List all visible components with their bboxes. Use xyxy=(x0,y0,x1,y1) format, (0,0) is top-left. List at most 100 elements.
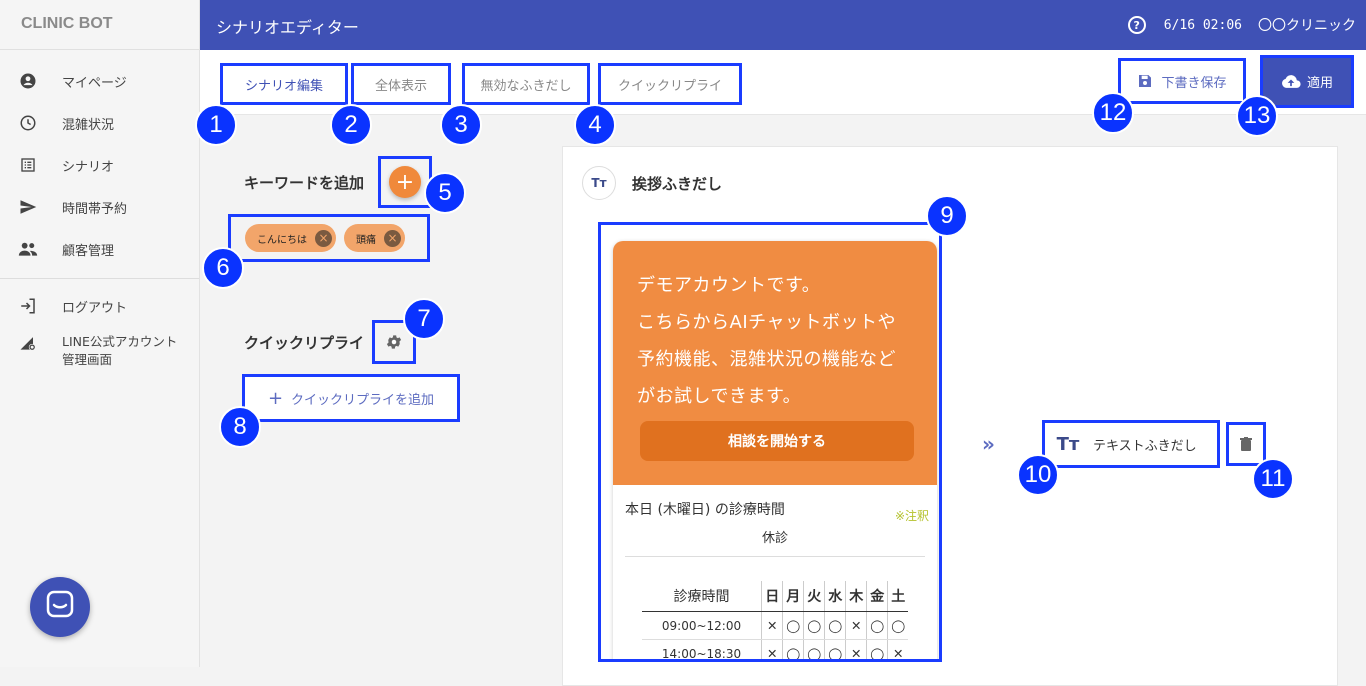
sidebar-item-customers[interactable]: 顧客管理 xyxy=(0,228,199,270)
schedule-header-cell: 日 xyxy=(761,581,783,612)
greeting-bubble-header: Tт 挨拶ふきだし xyxy=(582,166,722,200)
card-message-line: こちらからAIチャットボットや xyxy=(637,312,896,333)
trash-icon xyxy=(1240,437,1252,451)
apply-label: 適用 xyxy=(1306,76,1333,91)
annotation-badge: 5 xyxy=(424,172,466,214)
chat-launcher-button[interactable] xyxy=(30,577,90,637)
keyword-section-title: キーワードを追加 xyxy=(244,174,365,192)
annotation-badge: 7 xyxy=(403,298,445,340)
sidebar-item-timeslot[interactable]: 時間帯予約 xyxy=(0,186,199,228)
add-quick-reply-button[interactable]: + クイックリプライを追加 xyxy=(242,374,460,422)
schedule-header-cell: 水 xyxy=(824,581,846,612)
greeting-card-preview[interactable]: デモアカウントです。 こちらからAIチャットボットや 予約機能、混雑状況の機能な… xyxy=(598,222,942,662)
top-app-bar: シナリオエディター ? 6/16 02:06 〇〇クリニック xyxy=(200,0,1366,50)
schedule-cell: ◯ xyxy=(782,639,804,659)
card-body: 本日 (木曜日) の診療時間 ※注釈 休診 診療時間 日 月 火 水 木 金 土… xyxy=(613,485,937,659)
tab-scenario-edit[interactable]: シナリオ編集 xyxy=(220,63,348,105)
help-icon[interactable]: ? xyxy=(1127,16,1146,34)
schedule-cell: ◯ xyxy=(866,611,888,640)
sidebar-item-logout[interactable]: ログアウト xyxy=(0,285,199,327)
keyword-chip[interactable]: こんにちは × xyxy=(245,224,336,252)
plus-icon: + xyxy=(389,166,421,198)
annotation-badge: 4 xyxy=(574,104,616,146)
schedule-header-cell: 土 xyxy=(887,581,909,612)
keyword-chip-label: 頭痛 xyxy=(356,234,376,246)
schedule-cell: ✕ xyxy=(761,639,783,659)
schedule-cell: 09:00~12:00 xyxy=(641,611,762,640)
greeting-bubble-title: 挨拶ふきだし xyxy=(632,174,723,193)
page-title: シナリオエディター xyxy=(216,18,359,37)
clock-icon xyxy=(18,113,38,133)
sidebar-item-label: ログアウト xyxy=(62,300,128,316)
sidebar-item-label: 混雑状況 xyxy=(62,117,115,133)
flex-message-card: デモアカウントです。 こちらからAIチャットボットや 予約機能、混雑状況の機能な… xyxy=(613,241,937,659)
sidebar-item-line-admin[interactable]: LINE公式アカウント 管理画面 xyxy=(0,327,199,377)
save-draft-label: 下書き保存 xyxy=(1161,75,1227,91)
add-keyword-button[interactable]: + xyxy=(378,156,432,208)
chat-icon xyxy=(46,590,74,624)
today-status: 休診 xyxy=(625,527,925,557)
sidebar-item-label: シナリオ xyxy=(62,159,115,175)
delete-bubble-button[interactable] xyxy=(1226,422,1266,466)
account-circle-icon xyxy=(18,71,38,91)
editor-tab-bar: シナリオ編集 全体表示 無効なふきだし クイックリプライ 下書き保存 適用 xyxy=(200,50,1366,115)
text-type-icon: Tт xyxy=(582,166,616,200)
annotation-badge: 11 xyxy=(1252,458,1294,500)
card-message-line: デモアカウントです。 xyxy=(637,275,821,296)
schedule-header-cell: 木 xyxy=(845,581,867,612)
sidebar-item-label: 顧客管理 xyxy=(62,243,115,259)
sidebar-item-mypage[interactable]: マイページ xyxy=(0,60,199,102)
sidebar-nav: マイページ 混雑状況 シナリオ 時間帯予約 顧客管理 ログアウト LINE公式ア… xyxy=(0,50,199,377)
tab-quick-reply[interactable]: クイックリプライ xyxy=(598,63,742,105)
schedule-cell: ✕ xyxy=(845,639,867,659)
schedule-cell: ◯ xyxy=(887,611,909,640)
topbar-right: ? 6/16 02:06 〇〇クリニック xyxy=(1127,15,1356,35)
annotation-badge: 12 xyxy=(1092,92,1134,134)
card-message-line: がお試しできます。 xyxy=(637,386,802,407)
annotation-badge: 2 xyxy=(330,104,372,146)
current-datetime: 6/16 02:06 xyxy=(1163,17,1242,33)
annotation-badge: 3 xyxy=(440,104,482,146)
today-hours-label: 本日 (木曜日) の診療時間 xyxy=(625,502,785,518)
schedule-header-cell: 月 xyxy=(782,581,804,612)
remove-chip-icon[interactable]: × xyxy=(315,229,332,247)
double-chevron-right-icon: » xyxy=(982,432,995,456)
schedule-header-cell: 金 xyxy=(866,581,888,612)
schedule-cell: ✕ xyxy=(761,611,783,640)
schedule-header-row: 診療時間 日 月 火 水 木 金 土 xyxy=(641,581,909,612)
annotation-badge: 1 xyxy=(195,104,237,146)
send-icon xyxy=(18,197,38,217)
annotation-badge: 13 xyxy=(1236,95,1278,137)
save-draft-button[interactable]: 下書き保存 xyxy=(1118,58,1246,104)
schedule-cell: ◯ xyxy=(824,639,846,659)
schedule-cell: 14:00~18:30 xyxy=(641,639,762,659)
schedule-cell: ◯ xyxy=(803,639,825,659)
schedule-cell: ◯ xyxy=(782,611,804,640)
start-consultation-button[interactable]: 相談を開始する xyxy=(640,421,914,461)
tab-disabled-bubbles[interactable]: 無効なふきだし xyxy=(462,63,590,105)
schedule-row: 09:00~12:00 ✕ ◯ ◯ ◯ ✕ ◯ ◯ xyxy=(641,611,909,640)
sidebar-item-congestion[interactable]: 混雑状況 xyxy=(0,102,199,144)
keyword-chip[interactable]: 頭痛 × xyxy=(344,224,405,252)
schedule-header-cell: 診療時間 xyxy=(641,581,762,612)
add-quick-reply-label: クイックリプライを追加 xyxy=(291,392,435,408)
sidebar-item-label: マイページ xyxy=(62,75,127,91)
sidebar-item-label: 時間帯予約 xyxy=(62,201,128,217)
apply-button[interactable]: 適用 xyxy=(1260,55,1354,108)
tab-overview[interactable]: 全体表示 xyxy=(351,63,451,105)
annotation-badge: 10 xyxy=(1017,454,1059,496)
schedule-cell: ✕ xyxy=(887,639,909,659)
remove-chip-icon[interactable]: × xyxy=(384,229,401,247)
brand-logo: CLINIC BOT xyxy=(0,0,199,50)
quick-reply-section-title: クイックリプライ xyxy=(244,334,365,352)
schedule-row: 14:00~18:30 ✕ ◯ ◯ ◯ ✕ ◯ ✕ xyxy=(641,639,909,659)
floppy-disk-icon xyxy=(1137,73,1153,89)
text-bubble-node[interactable]: Tт テキストふきだし xyxy=(1042,420,1220,468)
sidebar-item-scenario[interactable]: シナリオ xyxy=(0,144,199,186)
plus-icon: + xyxy=(267,387,284,409)
line-admin-icon xyxy=(18,333,38,353)
schedule-table: 診療時間 日 月 火 水 木 金 土 09:00~12:00 ✕ ◯ ◯ ◯ ✕… xyxy=(641,581,909,659)
note-label: ※注釈 xyxy=(894,509,929,523)
schedule-cell: ◯ xyxy=(803,611,825,640)
annotation-badge: 8 xyxy=(219,406,261,448)
